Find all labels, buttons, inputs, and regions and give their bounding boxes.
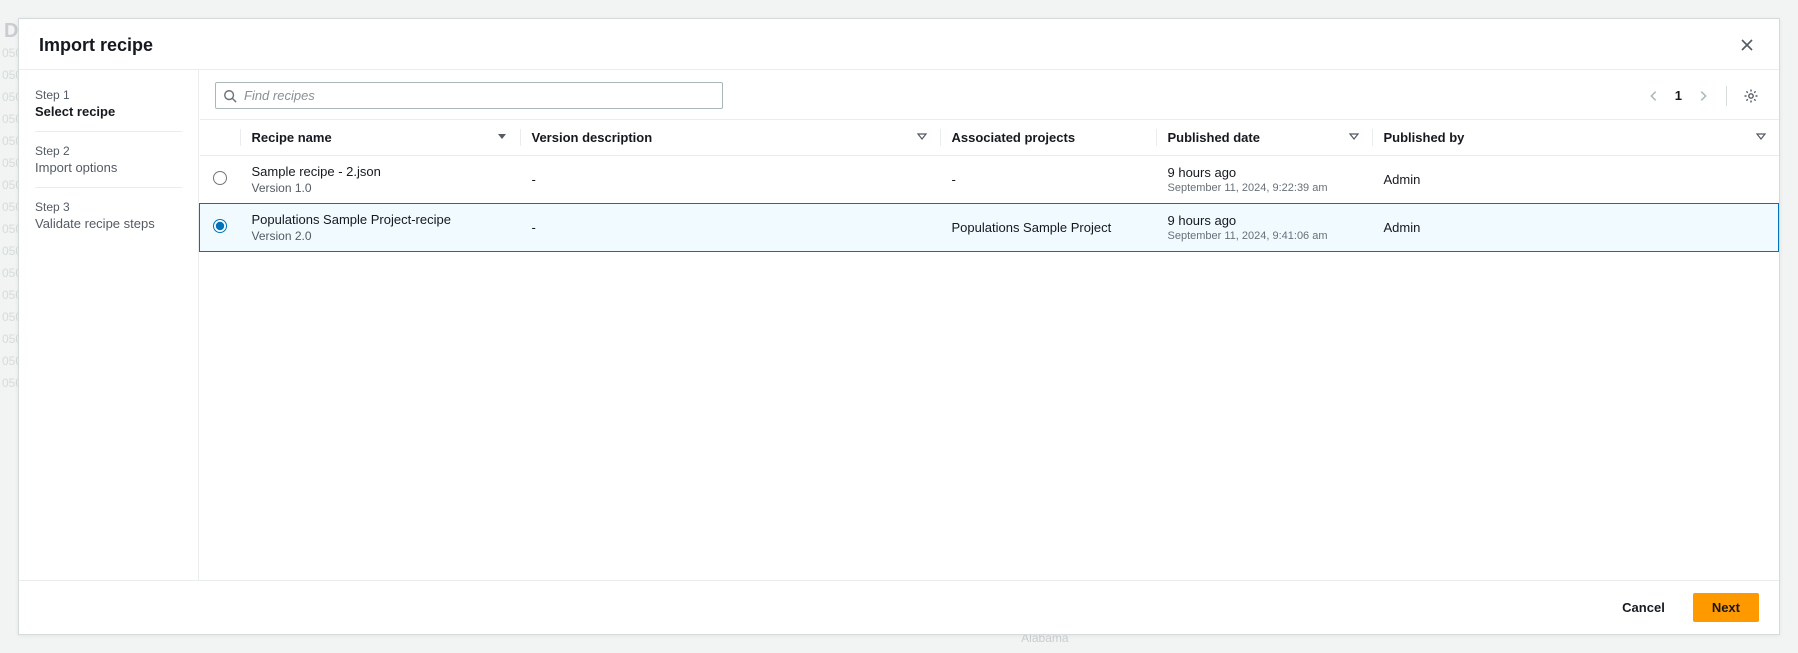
column-label: Associated projects <box>952 130 1076 145</box>
table-settings-button[interactable] <box>1739 84 1763 108</box>
version-description: - <box>520 204 940 252</box>
recipe-version: Version 2.0 <box>252 229 508 243</box>
column-label: Version description <box>532 130 653 145</box>
wizard-steps: Step 1 Select recipe Step 2 Import optio… <box>19 70 199 580</box>
column-published-date[interactable]: Published date <box>1156 120 1372 156</box>
step-label: Validate recipe steps <box>35 216 182 231</box>
import-recipe-modal: Import recipe Step 1 Select recipe Step … <box>18 18 1780 635</box>
published-relative: 9 hours ago <box>1168 165 1360 180</box>
modal-title: Import recipe <box>39 35 153 56</box>
table-toolbar: 1 <box>199 70 1779 119</box>
published-absolute: September 11, 2024, 9:41:06 am <box>1168 230 1360 242</box>
recipes-table: Recipe name Version description <box>199 119 1779 252</box>
page-number: 1 <box>1671 88 1686 103</box>
column-label: Published date <box>1168 130 1260 145</box>
published-absolute: September 11, 2024, 9:22:39 am <box>1168 182 1360 194</box>
sort-desc-icon <box>496 130 508 142</box>
table-row[interactable]: Populations Sample Project-recipe Versio… <box>200 204 1779 252</box>
step-number: Step 1 <box>35 88 182 102</box>
search-input[interactable] <box>215 82 723 109</box>
step-label: Import options <box>35 160 182 175</box>
sort-icon <box>1755 130 1767 142</box>
column-associated-projects[interactable]: Associated projects <box>940 120 1156 156</box>
step-number: Step 2 <box>35 144 182 158</box>
table-row[interactable]: Sample recipe - 2.json Version 1.0 - - 9… <box>200 156 1779 204</box>
wizard-step-2[interactable]: Step 2 Import options <box>35 144 182 188</box>
cancel-button[interactable]: Cancel <box>1604 593 1683 622</box>
column-label: Recipe name <box>252 130 332 145</box>
column-version-description[interactable]: Version description <box>520 120 940 156</box>
column-select <box>200 120 240 156</box>
close-icon <box>1739 41 1755 56</box>
recipe-name: Populations Sample Project-recipe <box>252 212 508 227</box>
prev-page-button[interactable] <box>1643 85 1665 107</box>
step-label: Select recipe <box>35 104 182 119</box>
associated-projects: Populations Sample Project <box>940 204 1156 252</box>
column-label: Published by <box>1384 130 1465 145</box>
divider <box>1726 86 1727 106</box>
search-container <box>215 82 723 109</box>
version-description: - <box>520 156 940 204</box>
chevron-left-icon <box>1647 91 1661 106</box>
step-number: Step 3 <box>35 200 182 214</box>
table-header-row: Recipe name Version description <box>200 120 1779 156</box>
wizard-step-1[interactable]: Step 1 Select recipe <box>35 88 182 132</box>
column-published-by[interactable]: Published by <box>1372 120 1779 156</box>
row-select-radio[interactable] <box>213 171 227 185</box>
next-page-button[interactable] <box>1692 85 1714 107</box>
sort-icon <box>1348 130 1360 142</box>
published-relative: 9 hours ago <box>1168 213 1360 228</box>
column-recipe-name[interactable]: Recipe name <box>240 120 520 156</box>
wizard-step-3[interactable]: Step 3 Validate recipe steps <box>35 200 182 231</box>
close-button[interactable] <box>1735 33 1759 57</box>
recipe-version: Version 1.0 <box>252 181 508 195</box>
sort-icon <box>916 130 928 142</box>
modal-footer: Cancel Next <box>19 580 1779 634</box>
associated-projects: - <box>940 156 1156 204</box>
recipe-name: Sample recipe - 2.json <box>252 164 508 179</box>
gear-icon <box>1743 92 1759 107</box>
chevron-right-icon <box>1696 91 1710 106</box>
published-by: Admin <box>1372 156 1779 204</box>
next-button[interactable]: Next <box>1693 593 1759 622</box>
row-select-radio[interactable] <box>213 219 227 233</box>
published-by: Admin <box>1372 204 1779 252</box>
modal-header: Import recipe <box>19 19 1779 70</box>
